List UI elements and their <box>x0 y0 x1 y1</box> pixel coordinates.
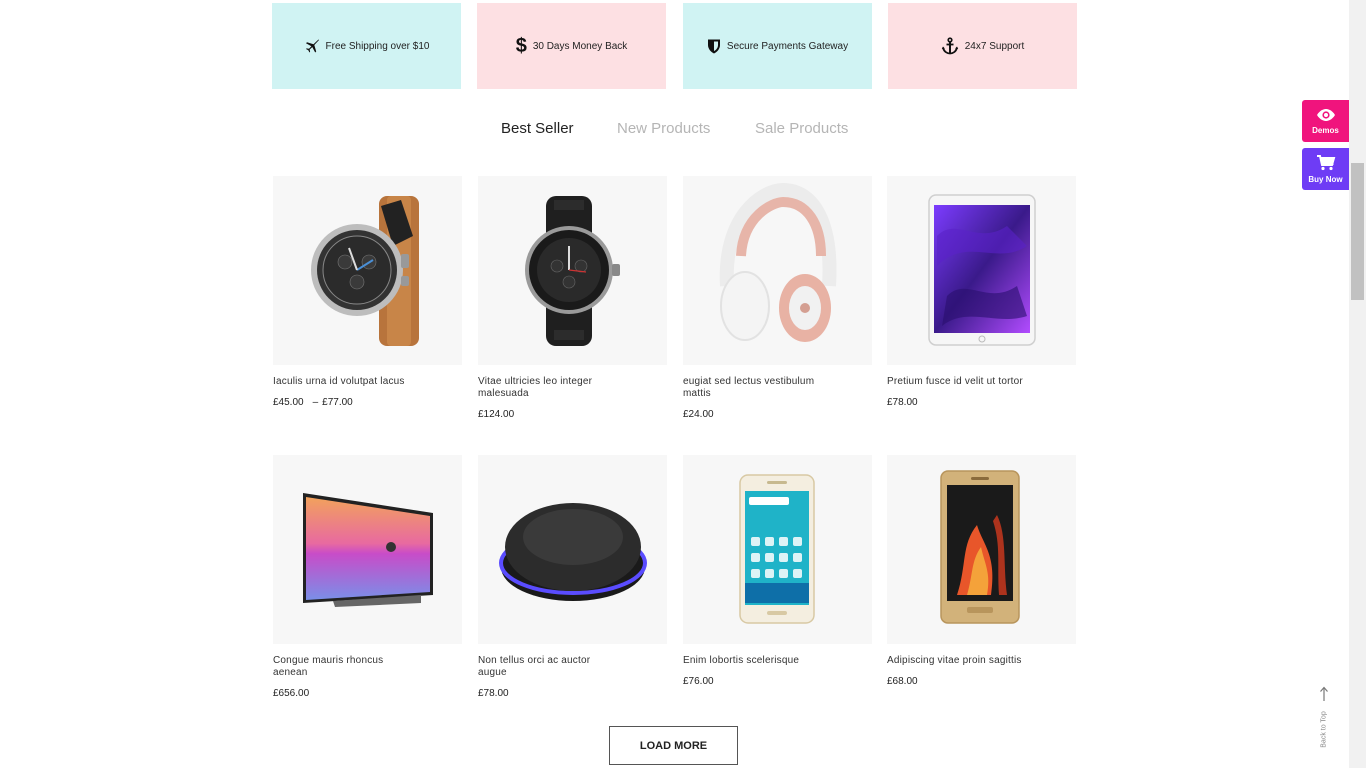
feature-support: 24x7 Support <box>888 3 1077 89</box>
tab-new-products[interactable]: New Products <box>617 120 710 137</box>
product-name[interactable]: eugiat sed lectus vestibulum mattis <box>683 376 823 400</box>
product-card[interactable]: Vitae ultricies leo integer malesuada £1… <box>478 176 667 420</box>
product-price: £656.00 <box>273 688 310 699</box>
product-price: £76.00 <box>683 676 714 687</box>
smartwatch-image <box>525 196 620 346</box>
product-price: £24.00 <box>683 409 714 420</box>
product-name[interactable]: Enim lobortis scelerisque <box>683 655 823 667</box>
load-more-button[interactable]: LOAD MORE <box>609 726 738 765</box>
price-min: £45.00 <box>273 397 304 408</box>
features-row: Free Shipping over $10 $ 30 Days Money B… <box>272 3 1077 89</box>
arrow-up-icon <box>1319 686 1329 707</box>
demos-label: Demos <box>1312 125 1339 135</box>
product-price: £45.00– £77.00 <box>273 397 353 408</box>
product-name[interactable]: Vitae ultricies leo integer malesuada <box>478 376 618 400</box>
product-name[interactable]: Adipiscing vitae proin sagittis <box>887 655 1027 667</box>
dollar-icon: $ <box>515 35 527 57</box>
back-to-top-label: Back to Top <box>1320 711 1328 748</box>
feature-label: Free Shipping over $10 <box>325 40 430 52</box>
product-card[interactable]: Congue mauris rhoncus aenean £656.00 <box>273 455 462 699</box>
product-card[interactable]: Enim lobortis scelerisque £76.00 <box>683 455 872 687</box>
smartwatch-image <box>311 196 419 346</box>
page: Free Shipping over $10 $ 30 Days Money B… <box>0 0 1349 768</box>
product-image[interactable] <box>478 455 667 644</box>
smartphone-image <box>940 470 1020 624</box>
eye-icon <box>1316 108 1336 124</box>
product-price: £78.00 <box>478 688 509 699</box>
product-name[interactable]: Iaculis urna id volutpat lacus <box>273 376 413 388</box>
product-card[interactable]: Non tellus orci ac auctor augue £78.00 <box>478 455 667 699</box>
wireless-charger-image <box>499 503 647 601</box>
buy-now-label: Buy Now <box>1308 174 1343 184</box>
scrollbar-thumb[interactable] <box>1351 163 1364 300</box>
anchor-icon <box>941 37 959 55</box>
television-image <box>303 493 433 607</box>
product-name[interactable]: Non tellus orci ac auctor augue <box>478 655 618 679</box>
shield-icon <box>707 38 721 54</box>
product-image[interactable] <box>683 176 872 365</box>
back-to-top-link[interactable]: Back to Top <box>1312 686 1336 758</box>
product-image[interactable] <box>273 455 462 644</box>
feature-label: 24x7 Support <box>964 40 1025 52</box>
product-name[interactable]: Congue mauris rhoncus aenean <box>273 655 413 679</box>
tablet-image <box>928 194 1036 346</box>
feature-secure-payments: Secure Payments Gateway <box>683 3 872 89</box>
tab-sale-products[interactable]: Sale Products <box>755 120 848 137</box>
tab-best-seller[interactable]: Best Seller <box>501 120 574 137</box>
product-price: £68.00 <box>887 676 918 687</box>
feature-label: Secure Payments Gateway <box>726 40 849 52</box>
product-image[interactable] <box>887 455 1076 644</box>
product-image[interactable] <box>887 176 1076 365</box>
product-image[interactable] <box>273 176 462 365</box>
product-card[interactable]: eugiat sed lectus vestibulum mattis £24.… <box>683 176 872 420</box>
product-tabs: Best Seller New Products Sale Products <box>0 120 1349 144</box>
product-price: £124.00 <box>478 409 515 420</box>
product-card[interactable]: Adipiscing vitae proin sagittis £68.00 <box>887 455 1076 687</box>
plane-icon <box>304 38 320 54</box>
cart-icon <box>1316 154 1336 173</box>
price-max: £77.00 <box>322 397 353 408</box>
feature-money-back: $ 30 Days Money Back <box>477 3 666 89</box>
product-name[interactable]: Pretium fusce id velit ut tortor <box>887 376 1027 388</box>
product-price: £78.00 <box>887 397 918 408</box>
demos-button[interactable]: Demos <box>1302 100 1349 142</box>
smartphone-image <box>739 474 815 624</box>
vertical-scrollbar[interactable] <box>1349 0 1366 768</box>
product-image[interactable] <box>683 455 872 644</box>
product-image[interactable] <box>478 176 667 365</box>
product-card[interactable]: Pretium fusce id velit ut tortor £78.00 <box>887 176 1076 408</box>
feature-free-shipping: Free Shipping over $10 <box>272 3 461 89</box>
headphones-image <box>719 182 837 342</box>
feature-label: 30 Days Money Back <box>532 40 628 52</box>
buy-now-button[interactable]: Buy Now <box>1302 148 1349 190</box>
product-card[interactable]: Iaculis urna id volutpat lacus £45.00– £7… <box>273 176 462 408</box>
